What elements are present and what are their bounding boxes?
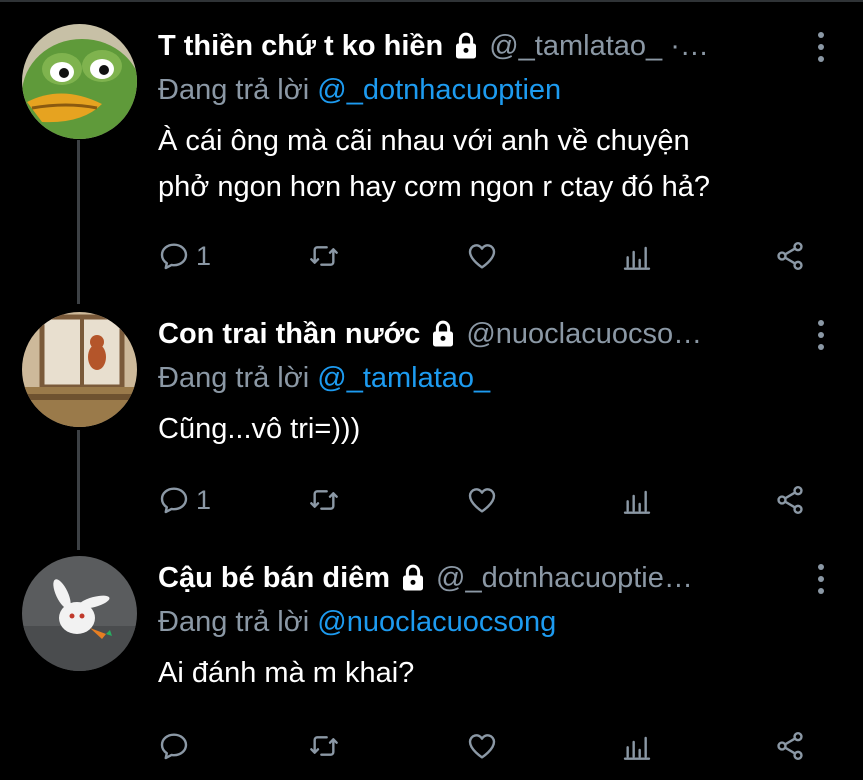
retweet-button[interactable] — [308, 480, 340, 520]
tweet-text-line: phở ngon hơn hay cơm ngon r ctay đó hả? — [158, 171, 711, 203]
handle[interactable]: @_tamlatao_ ·… — [489, 24, 803, 68]
share-icon — [777, 732, 803, 760]
mention-link[interactable]: @nuoclacuocsong — [317, 606, 556, 638]
reply-count: 1 — [196, 240, 212, 271]
display-name[interactable]: Cậu bé bán diêm — [158, 556, 390, 600]
more-icon[interactable] — [815, 32, 827, 62]
action-bar — [158, 726, 818, 766]
retweet-icon — [310, 736, 338, 756]
like-icon — [468, 244, 496, 269]
tweet-text: À cái ông mà cãi nhau với anh về chuyện … — [158, 118, 848, 210]
tweet-text-line: Ai đánh mà m khai? — [158, 657, 415, 689]
share-icon — [777, 242, 803, 270]
like-icon — [468, 734, 496, 759]
reply-button[interactable]: 1 — [158, 480, 211, 520]
reply-icon — [160, 733, 188, 760]
lock-icon — [403, 564, 424, 591]
reply-button[interactable] — [158, 726, 190, 766]
reply-icon — [160, 487, 188, 514]
action-bar: 1 — [158, 236, 818, 276]
avatar[interactable] — [22, 556, 137, 671]
analytics-button[interactable] — [621, 726, 653, 766]
white-bunny-avatar — [22, 556, 137, 671]
reply-icon — [160, 243, 188, 270]
replying-prefix: Đang trả lời — [158, 362, 310, 394]
avatar[interactable] — [22, 312, 137, 427]
replying-to: Đang trả lời @_tamlatao_ — [158, 358, 490, 398]
replying-to: Đang trả lời @_dotnhacuoptien — [158, 70, 561, 110]
mention-link[interactable]: @_tamlatao_ — [317, 362, 490, 394]
tweet-text-line: À cái ông mà cãi nhau với anh về chuyện — [158, 125, 690, 157]
mention-link[interactable]: @_dotnhacuoptien — [317, 74, 561, 106]
like-button[interactable] — [466, 726, 498, 766]
handle[interactable]: @_dotnhacuoptie… — [436, 556, 803, 600]
display-name[interactable]: Con trai thần nước — [158, 312, 420, 356]
top-divider — [0, 0, 863, 2]
like-button[interactable] — [466, 480, 498, 520]
action-bar: 1 — [158, 480, 818, 520]
tweet-header: Con trai thần nước @nuoclacuocso… — [158, 312, 803, 356]
tweet[interactable]: Con trai thần nước @nuoclacuocso… Đang t… — [0, 312, 863, 532]
tweet-text: Ai đánh mà m khai? — [158, 650, 848, 696]
retweet-button[interactable] — [308, 236, 340, 276]
retweet-icon — [310, 246, 338, 266]
analytics-icon — [623, 736, 651, 760]
lock-icon — [433, 320, 454, 347]
handle[interactable]: @nuoclacuocso… — [466, 312, 803, 356]
reply-count: 1 — [196, 484, 212, 515]
analytics-icon — [623, 246, 651, 270]
cartoon-window-avatar — [22, 312, 137, 427]
display-name[interactable]: T thiền chứ t ko hiền — [158, 24, 443, 68]
replying-prefix: Đang trả lời — [158, 74, 310, 106]
like-icon — [468, 488, 496, 513]
pepe-frog-avatar — [22, 24, 137, 139]
retweet-button[interactable] — [308, 726, 340, 766]
replying-prefix: Đang trả lời — [158, 606, 310, 638]
lock-icon — [456, 32, 477, 59]
retweet-icon — [310, 490, 338, 510]
analytics-icon — [623, 490, 651, 514]
tweet-header: Cậu bé bán diêm @_dotnhacuoptie… — [158, 556, 803, 600]
tweet-text-line: Cũng...vô tri=))) — [158, 413, 361, 445]
analytics-button[interactable] — [621, 480, 653, 520]
tweet-header: T thiền chứ t ko hiền @_tamlatao_ ·… — [158, 24, 803, 68]
tweet-text: Cũng...vô tri=))) — [158, 406, 848, 452]
share-icon — [777, 486, 803, 514]
analytics-button[interactable] — [621, 236, 653, 276]
share-button[interactable] — [774, 726, 806, 766]
share-button[interactable] — [774, 480, 806, 520]
more-icon[interactable] — [815, 320, 827, 350]
share-button[interactable] — [774, 236, 806, 276]
tweet[interactable]: T thiền chứ t ko hiền @_tamlatao_ ·… Đan… — [0, 24, 863, 284]
tweet[interactable]: Cậu bé bán diêm @_dotnhacuoptie… Đang tr… — [0, 556, 863, 776]
replying-to: Đang trả lời @nuoclacuocsong — [158, 602, 556, 642]
like-button[interactable] — [466, 236, 498, 276]
reply-button[interactable]: 1 — [158, 236, 211, 276]
more-icon[interactable] — [815, 564, 827, 594]
avatar[interactable] — [22, 24, 137, 139]
